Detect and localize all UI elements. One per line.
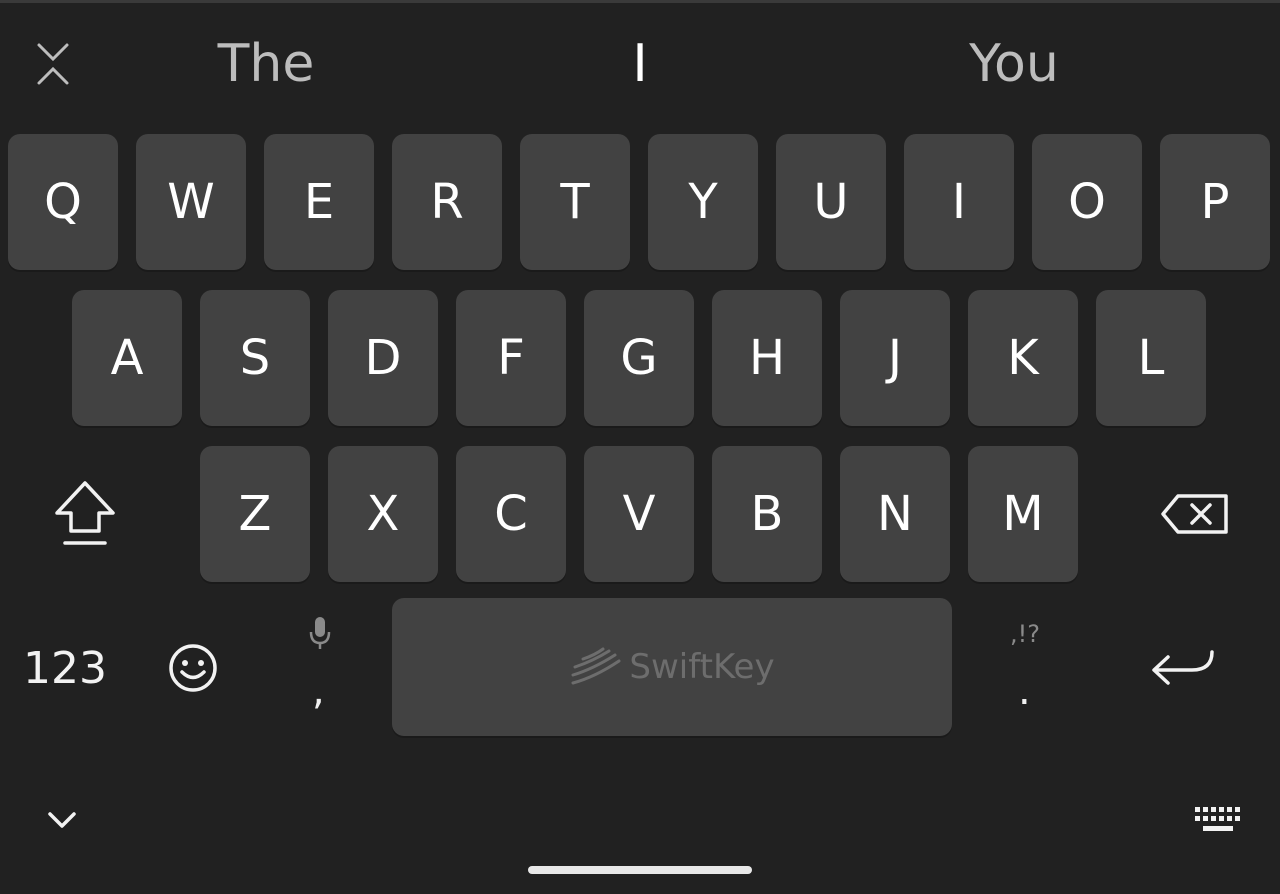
collapse-toolbar-button[interactable] xyxy=(28,38,78,90)
space-brand-label: SwiftKey xyxy=(629,647,775,687)
punctuation-hint: ,!? xyxy=(1010,620,1040,648)
key-c[interactable]: C xyxy=(456,446,566,582)
key-l[interactable]: L xyxy=(1096,290,1206,426)
microphone-icon xyxy=(309,617,331,649)
suggestion-left[interactable]: The xyxy=(160,30,372,98)
key-p[interactable]: P xyxy=(1160,134,1270,270)
key-o[interactable]: O xyxy=(1032,134,1142,270)
hide-keyboard-button[interactable] xyxy=(34,796,90,844)
key-f[interactable]: F xyxy=(456,290,566,426)
key-h[interactable]: H xyxy=(712,290,822,426)
space-key[interactable]: SwiftKey xyxy=(392,598,952,736)
key-b[interactable]: B xyxy=(712,446,822,582)
key-n[interactable]: N xyxy=(840,446,950,582)
shift-icon xyxy=(55,481,115,545)
key-v[interactable]: V xyxy=(584,446,694,582)
emoji-key[interactable] xyxy=(138,600,248,736)
emoji-icon xyxy=(169,644,217,692)
key-y[interactable]: Y xyxy=(648,134,758,270)
key-a[interactable]: A xyxy=(72,290,182,426)
backspace-key[interactable] xyxy=(1140,446,1250,582)
key-d[interactable]: D xyxy=(328,290,438,426)
top-divider xyxy=(0,0,1280,3)
backspace-icon xyxy=(1161,494,1228,534)
swiftkey-logo-icon xyxy=(571,647,621,685)
key-t[interactable]: T xyxy=(520,134,630,270)
key-r[interactable]: R xyxy=(392,134,502,270)
suggestion-right[interactable]: You xyxy=(908,30,1120,98)
key-s[interactable]: S xyxy=(200,290,310,426)
key-q[interactable]: Q xyxy=(8,134,118,270)
shift-key[interactable] xyxy=(30,446,140,582)
enter-key[interactable] xyxy=(1128,600,1238,736)
home-indicator[interactable] xyxy=(528,866,752,874)
key-x[interactable]: X xyxy=(328,446,438,582)
key-z[interactable]: Z xyxy=(200,446,310,582)
key-i[interactable]: I xyxy=(904,134,1014,270)
key-m[interactable]: M xyxy=(968,446,1078,582)
collapse-icon xyxy=(37,43,69,85)
comma-label: , xyxy=(312,668,325,714)
period-label: . xyxy=(1018,668,1031,714)
keyboard-icon xyxy=(1195,807,1240,831)
chevron-down-icon xyxy=(48,812,76,828)
enter-icon xyxy=(1152,650,1214,685)
numbers-key[interactable]: 123 xyxy=(10,600,120,736)
key-k[interactable]: K xyxy=(968,290,1078,426)
key-e[interactable]: E xyxy=(264,134,374,270)
key-u[interactable]: U xyxy=(776,134,886,270)
keyboard: The I You Q W E R T Y U I O P A S D F G … xyxy=(0,0,1280,894)
suggestion-center[interactable]: I xyxy=(534,30,746,98)
key-w[interactable]: W xyxy=(136,134,246,270)
key-j[interactable]: J xyxy=(840,290,950,426)
key-g[interactable]: G xyxy=(584,290,694,426)
keyboard-switch-button[interactable] xyxy=(1186,796,1250,844)
